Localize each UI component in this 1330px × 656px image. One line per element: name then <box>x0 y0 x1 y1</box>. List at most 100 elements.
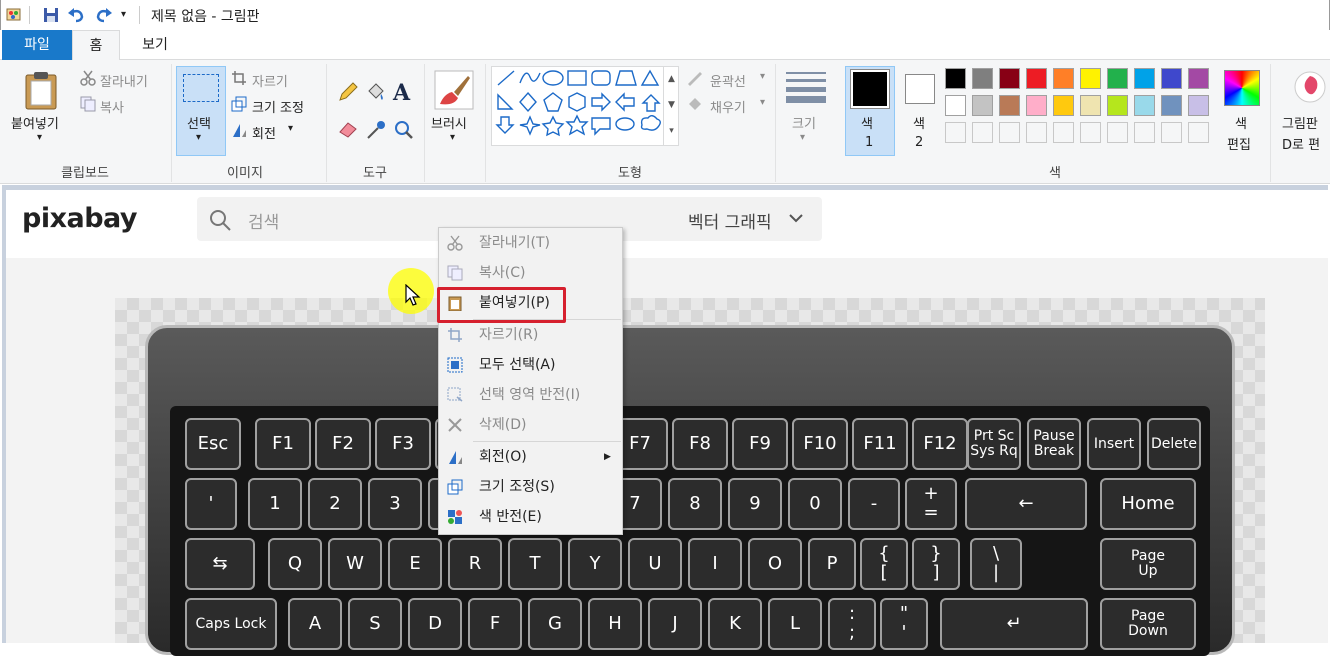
resize-icon <box>447 479 463 495</box>
shapes-gallery[interactable] <box>491 66 679 146</box>
palette-swatch[interactable] <box>1107 68 1128 89</box>
menu-item-cut[interactable]: 잘라내기(T) <box>439 228 622 258</box>
palette-swatch[interactable] <box>1188 122 1209 143</box>
paste-dropdown-icon[interactable]: ▾ <box>37 132 42 143</box>
tab-file[interactable]: 파일 <box>2 30 72 60</box>
palette-swatch[interactable] <box>999 122 1020 143</box>
save-icon[interactable] <box>43 7 59 23</box>
paint3d-icon[interactable] <box>1293 70 1327 104</box>
palette-swatch[interactable] <box>1053 68 1074 89</box>
palette-swatch[interactable] <box>1188 95 1209 116</box>
copy-icon <box>447 265 463 281</box>
rotate-icon <box>233 124 246 137</box>
color-picker-icon[interactable] <box>366 120 386 140</box>
palette-swatch[interactable] <box>1134 95 1155 116</box>
palette-swatch[interactable] <box>1107 122 1128 143</box>
palette-swatch[interactable] <box>1026 122 1047 143</box>
edit-colors-label[interactable]: 색 <box>1235 113 1247 132</box>
edit-colors-icon[interactable] <box>1224 70 1260 106</box>
menu-item-delete[interactable]: 삭제(D) <box>439 410 622 440</box>
color1-number: 1 <box>865 135 874 150</box>
paint3d-label-2[interactable]: D로 편 <box>1282 134 1320 153</box>
paint-app-icon[interactable] <box>5 6 23 24</box>
palette-swatch[interactable] <box>1080 95 1101 116</box>
palette-swatch[interactable] <box>1053 95 1074 116</box>
edit-colors-label-2[interactable]: 편집 <box>1227 134 1251 153</box>
rotate-dropdown-icon[interactable]: ▾ <box>288 123 293 134</box>
shapes-grid-icon[interactable] <box>492 67 678 145</box>
paste-button[interactable]: 붙여넣기 <box>11 113 59 132</box>
crop-icon <box>448 328 462 342</box>
rotate-button[interactable]: 회전 <box>252 123 276 142</box>
menu-item-rotate[interactable]: 회전(O) ▶ <box>439 442 622 472</box>
size-icon[interactable] <box>785 70 827 104</box>
menu-item-select-all[interactable]: 모두 선택(A) <box>439 350 622 380</box>
menu-item-copy[interactable]: 복사(C) <box>439 258 622 288</box>
shapes-scroll[interactable]: ▲ ▼ ▾ <box>663 66 679 146</box>
pencil-icon[interactable] <box>338 82 358 102</box>
outline-button[interactable]: 윤곽선 <box>710 71 746 90</box>
undo-icon[interactable] <box>67 7 85 23</box>
brushes-dropdown-icon[interactable]: ▾ <box>450 132 455 143</box>
keyboard-key: H <box>588 598 642 650</box>
menu-item-invert-selection[interactable]: 선택 영역 반전(I) <box>439 380 622 410</box>
brushes-button[interactable]: 브러시 <box>431 113 467 132</box>
menu-item-label: 삭제(D) <box>479 417 527 433</box>
copy-icon <box>80 96 96 112</box>
palette-swatch[interactable] <box>972 95 993 116</box>
palette-swatch[interactable] <box>1161 122 1182 143</box>
palette-swatch[interactable] <box>1053 122 1074 143</box>
quick-access-dropdown-icon[interactable]: ▾ <box>121 9 126 20</box>
color2-swatch[interactable] <box>905 74 935 104</box>
palette-swatch[interactable] <box>972 122 993 143</box>
palette-swatch[interactable] <box>1134 68 1155 89</box>
eraser-icon[interactable] <box>338 120 358 138</box>
brushes-icon[interactable] <box>434 70 474 110</box>
copy-button[interactable]: 복사 <box>100 97 124 116</box>
cut-button[interactable]: 잘라내기 <box>100 71 148 90</box>
fill-button[interactable]: 채우기 <box>710 97 746 116</box>
fill-dropdown-icon[interactable]: ▾ <box>760 97 765 108</box>
palette-swatch[interactable] <box>945 68 966 89</box>
palette-swatch[interactable] <box>1107 95 1128 116</box>
tab-view[interactable]: 보기 <box>120 30 190 60</box>
palette-swatch[interactable] <box>1026 68 1047 89</box>
redo-icon[interactable] <box>95 7 113 23</box>
palette-swatch[interactable] <box>1161 95 1182 116</box>
palette-swatch[interactable] <box>1080 122 1101 143</box>
crop-button[interactable]: 자르기 <box>252 71 288 90</box>
paint3d-label[interactable]: 그림판 <box>1282 113 1318 132</box>
mouse-cursor-icon <box>405 284 421 306</box>
palette-swatch[interactable] <box>1080 68 1101 89</box>
select-label: 선택 <box>187 117 211 132</box>
keyboard-key: F8 <box>672 418 728 470</box>
text-tool-icon[interactable]: A <box>393 80 410 106</box>
fill-bucket-icon[interactable] <box>366 82 386 102</box>
resize-button[interactable]: 크기 조정 <box>252 97 304 116</box>
menu-item-label: 복사(C) <box>479 265 526 281</box>
menu-item-resize[interactable]: 크기 조정(S) <box>439 472 622 502</box>
keyboard-key: F12 <box>912 418 968 470</box>
palette-swatch[interactable] <box>945 95 966 116</box>
ribbon-tabs: 파일 홈 보기 <box>0 30 1330 61</box>
palette-swatch[interactable] <box>1026 95 1047 116</box>
size-dropdown-icon[interactable]: ▾ <box>800 132 805 143</box>
keyboard-key: Delete <box>1147 418 1201 470</box>
palette-swatch[interactable] <box>999 68 1020 89</box>
palette-swatch[interactable] <box>999 95 1020 116</box>
menu-item-crop[interactable]: 자르기(R) <box>439 320 622 350</box>
palette-swatch[interactable] <box>1161 68 1182 89</box>
palette-swatch[interactable] <box>1134 122 1155 143</box>
palette-swatch[interactable] <box>972 68 993 89</box>
palette-swatch[interactable] <box>1188 68 1209 89</box>
size-button[interactable]: 크기 <box>792 113 816 132</box>
keyboard-key: 0 <box>788 478 842 530</box>
outline-dropdown-icon[interactable]: ▾ <box>760 71 765 82</box>
magnifier-icon[interactable] <box>394 120 414 140</box>
tab-home[interactable]: 홈 <box>72 30 120 61</box>
palette-swatch[interactable] <box>945 122 966 143</box>
paste-icon[interactable] <box>22 70 60 110</box>
menu-item-invert-color[interactable]: 색 반전(E) <box>439 502 622 532</box>
keyboard-key: L <box>768 598 822 650</box>
select-dropdown-icon[interactable]: ▾ <box>196 132 201 143</box>
